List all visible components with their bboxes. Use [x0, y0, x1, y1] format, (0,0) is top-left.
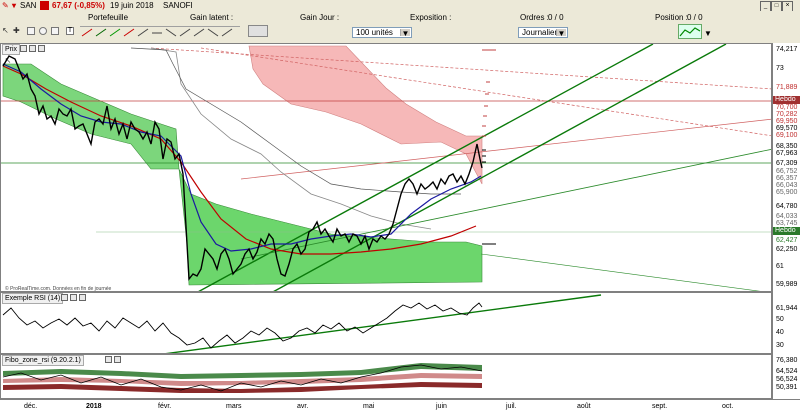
cursor-icon[interactable]: ↖	[2, 26, 11, 35]
fibo-tick: 56,524	[776, 376, 798, 383]
period-select[interactable]: Journalier ▼	[518, 27, 568, 38]
date-tick: mars	[226, 403, 242, 410]
pane-settings-icon[interactable]	[61, 294, 68, 301]
trend-line-descending	[480, 253, 761, 291]
rsi-pane[interactable]: Exemple RSI (14)	[0, 292, 772, 354]
price-tick: 59,989	[776, 281, 798, 288]
trading-toolbar: Portefeuille Gain latent : Gain Jour : E…	[0, 11, 800, 44]
ordres-label: Ordres :	[520, 13, 549, 22]
date-tick: juin	[436, 403, 447, 410]
chevron-down-icon[interactable]: ▼	[704, 29, 714, 39]
chevron-down-icon: ▼	[556, 29, 566, 38]
rsi-tick: 50	[776, 316, 784, 323]
date-tick: mai	[363, 403, 375, 410]
pane-minimize-icon[interactable]	[29, 45, 36, 52]
company-name: SANOFI	[163, 1, 193, 10]
date-tick: 2018	[86, 403, 102, 410]
fibo-pane-label: Fibo_zone_rsi (9.20.2.1)	[2, 355, 84, 366]
price-tick: 64,780	[776, 203, 798, 210]
text-tool-icon[interactable]: T	[66, 27, 74, 35]
rsi-tick: 30	[776, 342, 784, 349]
chevron-down-icon: ▼	[400, 29, 410, 38]
price-tick: 61	[776, 263, 784, 270]
position-counts[interactable]: 0 / 0	[687, 13, 703, 23]
ichimoku-cloud-green-main	[178, 168, 483, 286]
pane-close-icon[interactable]	[79, 294, 86, 301]
pane-minimize-icon[interactable]	[114, 356, 121, 363]
date-tick: déc.	[24, 403, 38, 410]
position-label: Position :	[655, 13, 688, 22]
date-tick: avr.	[297, 403, 309, 410]
rsi-line	[2, 302, 483, 349]
dropdown-arrow-icon[interactable]: ▾	[12, 0, 16, 11]
price-tick: 74,217	[776, 46, 798, 53]
fibo-tick: 64,524	[776, 368, 798, 375]
rsi-chart	[2, 294, 602, 353]
rsi-axis[interactable]: 61,944 50 40 30	[772, 292, 800, 354]
hebdo-tag: Hebdo	[773, 227, 800, 235]
ordres-counts[interactable]: 0 / 0	[548, 13, 564, 23]
circle-tool-icon[interactable]	[39, 27, 47, 35]
price-tick: 71,889	[776, 84, 798, 91]
quantity-select[interactable]: 100 unités ▼	[352, 27, 412, 38]
price-tick: 62,250	[776, 246, 798, 253]
date-tick: févr.	[158, 403, 172, 410]
period-value: Journalier	[522, 28, 558, 37]
price-tick: 65,900	[776, 189, 798, 196]
fibo-tick: 50,391	[776, 384, 798, 391]
strategy-icon[interactable]	[678, 24, 702, 39]
red-fan-line-1	[150, 47, 771, 90]
price-tick: 69,100	[776, 132, 798, 139]
fibo-tick: 76,380	[776, 357, 798, 364]
projection-marks-dark	[482, 149, 496, 245]
portefeuille-label[interactable]: Portefeuille	[88, 13, 128, 23]
quantity-value: 100 unités	[356, 28, 393, 37]
rsi-tick: 61,944	[776, 305, 798, 312]
date-tick: oct.	[722, 403, 734, 410]
rsi-trend-line	[165, 294, 602, 353]
red-fan-line-3	[240, 118, 771, 180]
pane-settings-icon[interactable]	[105, 356, 112, 363]
menu-icon[interactable]: ✎	[2, 0, 9, 11]
rsi-tick: 40	[776, 329, 784, 336]
date-tick: sept.	[652, 403, 668, 410]
pane-minimize-icon[interactable]	[70, 294, 77, 301]
price-change: 67,67 (-0,85%)	[52, 1, 105, 10]
symbol-label[interactable]: SAN	[20, 0, 36, 11]
rsi-pane-label: Exemple RSI (14)	[2, 293, 64, 304]
trend-line-mid	[240, 149, 771, 260]
price-tick: 73	[776, 65, 784, 72]
date-axis[interactable]: déc. 2018 févr. mars avr. mai juin juil.…	[0, 399, 800, 414]
price-tick: 67,309	[776, 160, 798, 167]
price-axis[interactable]: 74,217 73 71,889 Hebdo 70,700 70,282 69,…	[772, 43, 800, 292]
price-pane-label: Prix	[2, 44, 21, 55]
pane-settings-icon[interactable]	[20, 45, 27, 52]
price-pane[interactable]: Prix ↖ ╱ T © ProRealTime.com. Données en…	[0, 43, 772, 292]
crosshair-icon[interactable]: ✚	[13, 26, 22, 35]
fibo-axis[interactable]: 76,380 64,524 56,524 50,391	[772, 354, 800, 399]
drawing-tools-strip[interactable]	[80, 26, 240, 38]
zoom-tool-icon[interactable]	[51, 27, 59, 35]
rectangle-tool-icon[interactable]	[27, 27, 35, 35]
exposition-label: Exposition :	[410, 13, 452, 22]
date-tick: juil.	[506, 403, 517, 410]
price-tick: 62,427	[776, 237, 798, 244]
gain-jour-label: Gain Jour :	[300, 13, 340, 22]
price-chart	[1, 44, 771, 291]
fibo-pane[interactable]: Fibo_zone_rsi (9.20.2.1)	[0, 354, 772, 399]
trash-icon[interactable]	[248, 25, 268, 37]
price-tick: 67,963	[776, 150, 798, 157]
gain-latent-label: Gain latent :	[190, 13, 234, 22]
hebdo-tag: Hebdo	[773, 96, 800, 104]
quote-date: 19 juin 2018	[110, 1, 154, 10]
pane-close-icon[interactable]	[38, 45, 45, 52]
date-tick: août	[577, 403, 591, 410]
trend-down-icon	[40, 1, 49, 10]
